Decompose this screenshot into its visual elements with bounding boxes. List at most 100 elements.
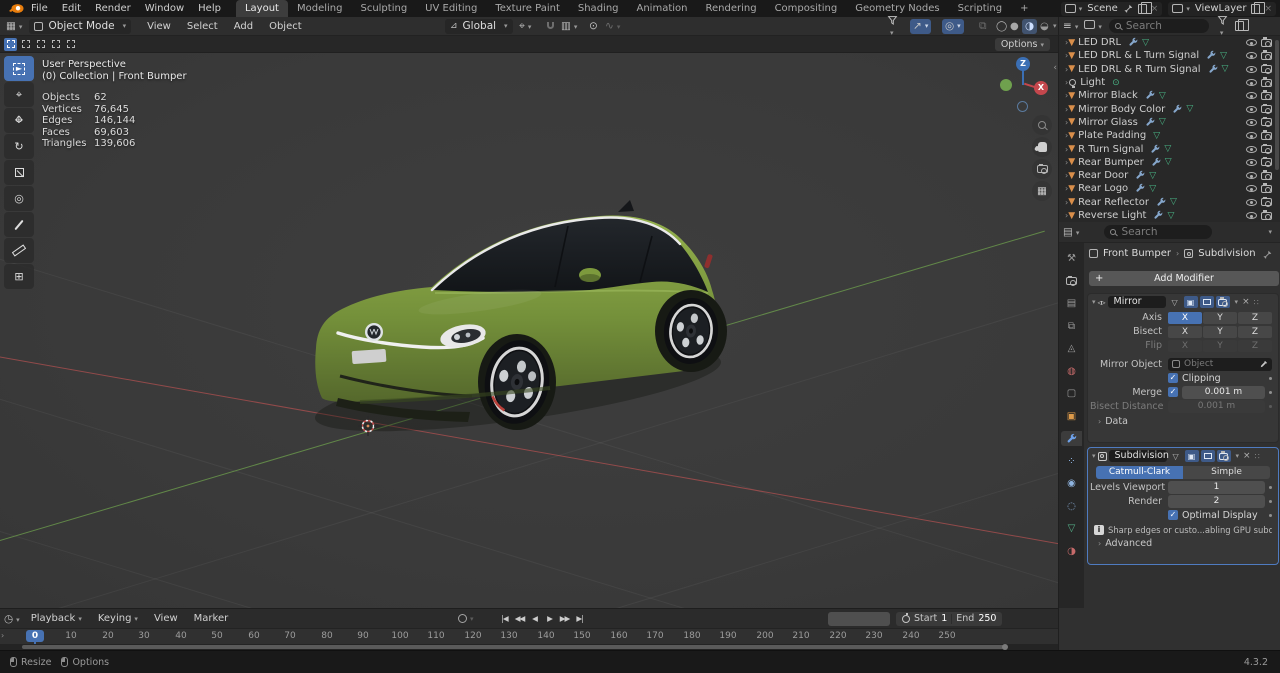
camera-view-icon[interactable] (1032, 159, 1052, 179)
overlays-toggle[interactable]: ◎▾ (942, 19, 964, 34)
expand-icon[interactable]: › (1065, 78, 1068, 87)
timeline-editor-type-icon[interactable]: ◷▾ (4, 613, 20, 625)
tool-rotate[interactable]: ↻ (4, 134, 34, 159)
view-layer-selector[interactable]: ▾ ViewLayer × (1168, 2, 1276, 16)
modifier-extras-dropdown[interactable]: ▾ (1235, 298, 1239, 306)
tab-world[interactable]: ◍ (1061, 364, 1082, 379)
object-name[interactable]: Rear Reflector (1078, 197, 1149, 208)
gizmos-toggle[interactable]: ↗▾ (910, 19, 931, 34)
render-visibility-icon[interactable] (1261, 172, 1272, 180)
jump-to-start-icon[interactable]: |◀ (497, 614, 512, 623)
blender-logo-icon[interactable] (8, 3, 24, 14)
tab-view-layer[interactable]: ⧉ (1061, 319, 1082, 334)
properties-search-input[interactable]: Search (1104, 225, 1212, 239)
display-render-toggle[interactable] (1217, 450, 1231, 463)
tab-layout[interactable]: Layout (236, 0, 288, 17)
tab-scene[interactable]: ◬ (1061, 341, 1082, 356)
gizmo-minus-z-axis[interactable] (1017, 101, 1028, 112)
tab-material[interactable]: ◑ (1061, 544, 1082, 559)
render-visibility-icon[interactable] (1261, 79, 1272, 87)
tab-modeling[interactable]: Modeling (288, 0, 352, 17)
shading-dropdown[interactable]: ▾ (1053, 22, 1057, 30)
menu-file[interactable]: File (24, 3, 55, 14)
menu-add[interactable]: Add (226, 21, 261, 32)
pivot-point-dropdown[interactable]: ⌖▾ (519, 20, 531, 33)
delete-modifier-icon[interactable]: × (1243, 451, 1251, 461)
tool-transform[interactable]: ◎ (4, 186, 34, 211)
menu-marker[interactable]: Marker (186, 613, 237, 624)
display-realtime-toggle[interactable] (1200, 296, 1214, 309)
timeline-ruler[interactable]: › 10 20 30 40 50 60 70 80 90 100 110 120… (0, 629, 1058, 644)
outliner-row[interactable]: ›▼Rear Reflector▽ (1059, 196, 1280, 209)
outliner-row[interactable]: ›▼Rear Logo▽ (1059, 182, 1280, 195)
outliner-filter-icon[interactable]: ▾ (1217, 15, 1228, 38)
select-mode-invert-icon[interactable] (49, 38, 62, 51)
pin-icon[interactable] (1123, 4, 1133, 14)
hide-eye-icon[interactable] (1246, 66, 1257, 73)
select-mode-new-icon[interactable] (4, 38, 17, 51)
outliner-row[interactable]: ›▼Mirror Body Color▽ (1059, 102, 1280, 115)
hide-eye-icon[interactable] (1246, 212, 1257, 219)
shading-wireframe-icon[interactable]: ◯ (996, 21, 1007, 32)
flip-z-button[interactable]: Z (1238, 340, 1272, 353)
tool-scale[interactable] (4, 160, 34, 185)
object-name[interactable]: R Turn Signal (1078, 144, 1143, 155)
render-visibility-icon[interactable] (1261, 52, 1272, 60)
editor-type-icon[interactable]: ▦▾ (6, 20, 22, 32)
tool-cursor[interactable]: ⌖ (4, 82, 34, 107)
options-button[interactable]: Options▾ (995, 38, 1050, 51)
outliner-row[interactable]: ›▼R Turn Signal▽ (1059, 142, 1280, 155)
tab-texture-paint[interactable]: Texture Paint (486, 0, 569, 17)
play-icon[interactable]: ▶ (542, 614, 557, 623)
render-visibility-icon[interactable] (1261, 39, 1272, 47)
menu-keying[interactable]: Keying▾ (90, 613, 146, 624)
hide-eye-icon[interactable] (1246, 146, 1257, 153)
add-modifier-button[interactable]: + Add Modifier (1089, 271, 1279, 286)
bisect-distance-field[interactable]: 0.001 m (1168, 400, 1265, 413)
render-visibility-icon[interactable] (1261, 105, 1272, 113)
tab-animation[interactable]: Animation (628, 0, 697, 17)
menu-render[interactable]: Render (88, 3, 138, 14)
menu-view[interactable]: View (139, 21, 179, 32)
collapse-icon[interactable]: ▾ (1092, 452, 1096, 460)
data-section-toggle[interactable]: ›Data (1098, 416, 1278, 428)
hide-eye-icon[interactable] (1246, 185, 1257, 192)
outliner-row[interactable]: ›▼Plate Padding▽ (1059, 129, 1280, 142)
outliner-display-mode-icon[interactable]: ▾ (1084, 20, 1102, 32)
render-visibility-icon[interactable] (1261, 158, 1272, 166)
properties-editor-type-icon[interactable]: ▤▾ (1063, 226, 1079, 238)
new-collection-icon[interactable] (1235, 21, 1244, 31)
object-name[interactable]: Mirror Glass (1078, 117, 1138, 128)
tab-tool[interactable]: ⚒ (1061, 251, 1082, 266)
auto-keying-toggle[interactable]: ▾ (458, 614, 474, 623)
breadcrumb-modifier[interactable]: Subdivision (1198, 248, 1255, 259)
sidebar-toggle-arrow[interactable]: ‹ (1053, 63, 1057, 73)
tab-particles[interactable]: ⁘ (1061, 454, 1082, 469)
modifier-extras-dropdown[interactable]: ▾ (1236, 452, 1240, 460)
axis-z-button[interactable]: Z (1238, 312, 1272, 325)
navigation-gizmo[interactable]: Z X (990, 55, 1050, 115)
outliner-editor-type-icon[interactable]: ≡▾ (1063, 20, 1078, 32)
display-in-editmode-cage-toggle[interactable]: ▽ (1169, 450, 1183, 463)
modifier-name-field[interactable]: Subdivision (1109, 450, 1167, 463)
outliner-row[interactable]: ›▼LED DRL & R Turn Signal▽ (1059, 63, 1280, 76)
menu-view[interactable]: View (146, 613, 186, 624)
tab-output[interactable]: ▤ (1061, 296, 1082, 311)
render-visibility-icon[interactable] (1261, 118, 1272, 126)
render-levels-field[interactable]: 2 (1168, 495, 1265, 508)
display-in-editmode-toggle[interactable]: ▣ (1185, 450, 1199, 463)
animate-dot[interactable] (1269, 405, 1272, 408)
menu-edit[interactable]: Edit (55, 3, 88, 14)
snap-target-dropdown[interactable]: ▥▾ (561, 20, 577, 32)
tool-add-cube[interactable]: ⊞ (4, 264, 34, 289)
render-visibility-icon[interactable] (1261, 132, 1272, 140)
display-render-toggle[interactable] (1216, 296, 1230, 309)
flip-y-button[interactable]: Y (1203, 340, 1237, 353)
hide-eye-icon[interactable] (1246, 159, 1257, 166)
render-visibility-icon[interactable] (1261, 92, 1272, 100)
animate-dot[interactable] (1269, 500, 1272, 503)
object-name[interactable]: Reverse Light (1078, 210, 1146, 221)
advanced-section-toggle[interactable]: ›Advanced (1098, 538, 1278, 550)
show-object-types-dropdown[interactable]: ▾ (887, 15, 898, 38)
select-mode-extend-icon[interactable] (19, 38, 32, 51)
